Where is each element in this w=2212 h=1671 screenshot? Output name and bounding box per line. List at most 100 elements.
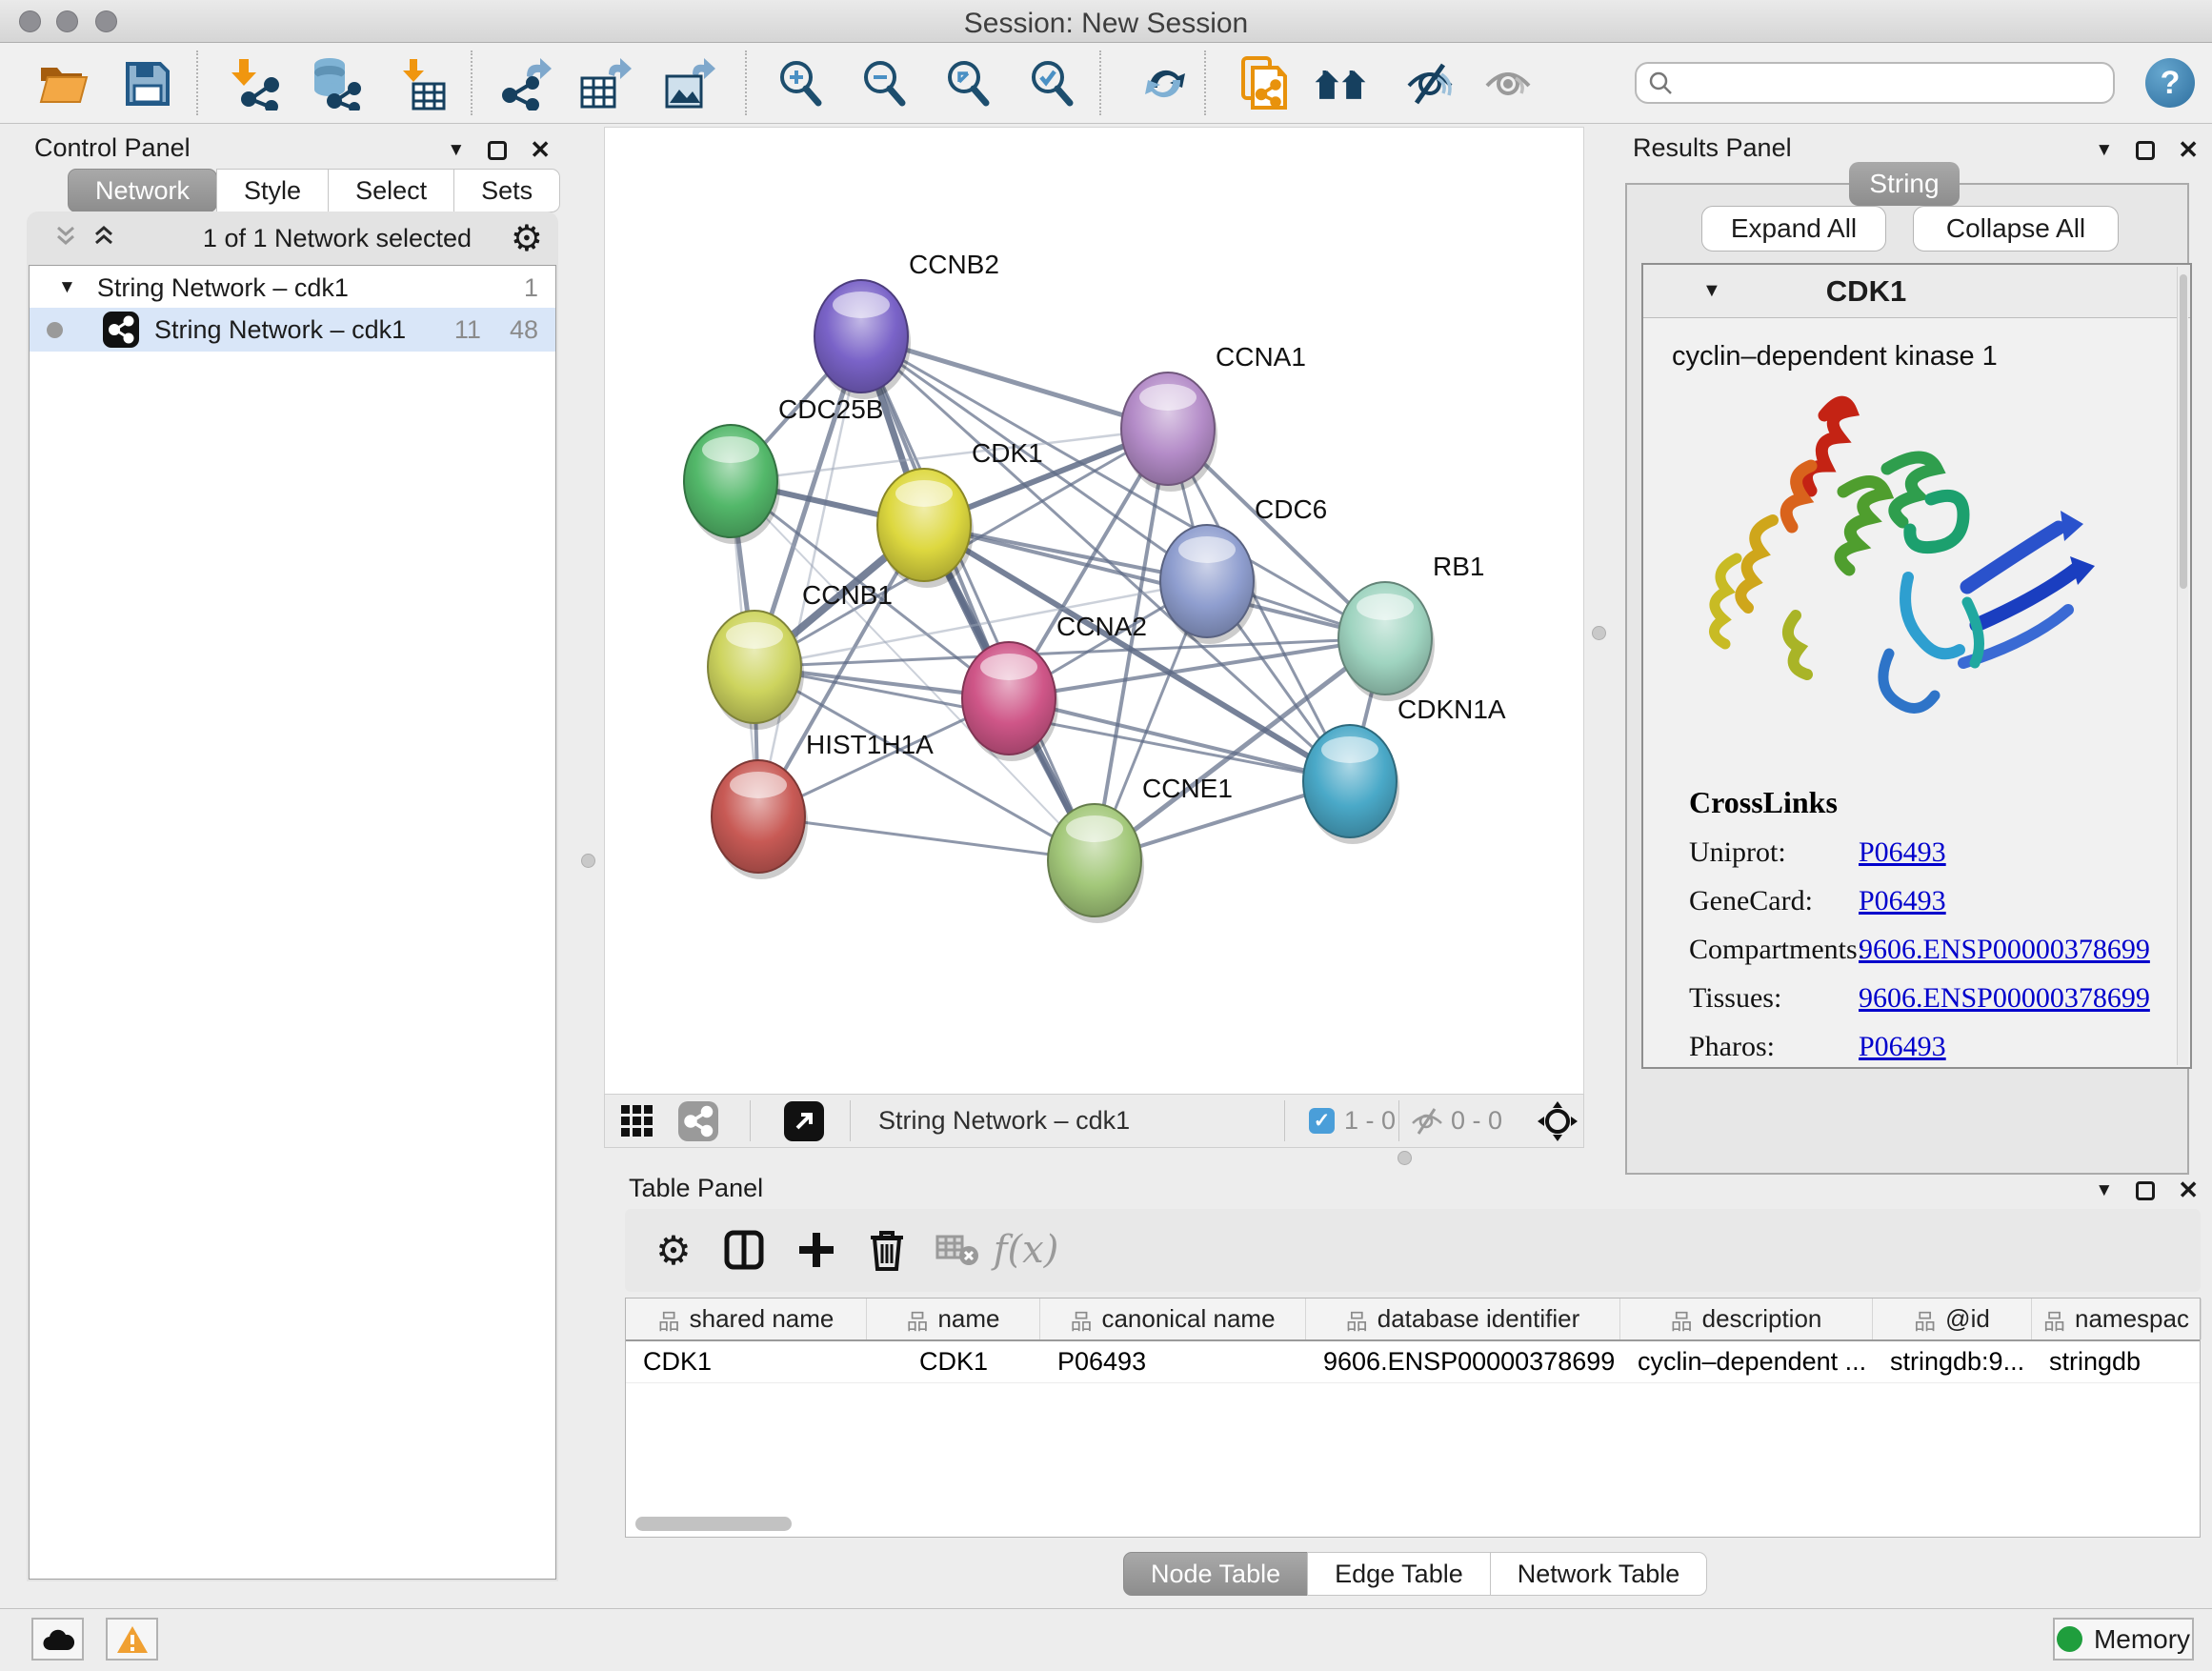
crosslink-link[interactable]: 9606.ENSP00000378699 [1859, 934, 2150, 966]
collapse-all-icon[interactable] [53, 224, 78, 253]
clone-network-icon[interactable] [1237, 56, 1292, 111]
tab-select[interactable]: Select [328, 169, 454, 212]
cell-canonical-name[interactable]: P06493 [1040, 1341, 1306, 1382]
cloud-button[interactable] [31, 1618, 84, 1661]
export-table-icon[interactable] [577, 56, 633, 111]
tab-string[interactable]: String [1849, 162, 1960, 206]
panel-float-icon[interactable] [2136, 141, 2155, 160]
delete-column-icon[interactable] [863, 1226, 911, 1274]
panel-float-icon[interactable] [488, 141, 507, 160]
network-collection-label: String Network – cdk1 [97, 273, 349, 303]
export-image-icon[interactable] [661, 56, 716, 111]
crosslink-link[interactable]: P06493 [1859, 836, 1946, 869]
hide-selection-icon[interactable] [1404, 56, 1459, 111]
panel-collapse-icon[interactable]: ▼ [2095, 1180, 2113, 1201]
tab-network-table[interactable]: Network Table [1490, 1552, 1708, 1596]
show-column-icon[interactable] [720, 1226, 768, 1274]
delete-table-icon[interactable] [934, 1226, 981, 1274]
column-header[interactable]: 品@id [1873, 1299, 2032, 1339]
network-view-canvas[interactable]: CCNB2CCNA1CDC25BCDK1CDC6RB1CCNB1CCNA2CDK… [604, 127, 1584, 1094]
gear-icon[interactable]: ⚙ [511, 217, 543, 260]
tab-network[interactable]: Network [68, 169, 217, 212]
selected-checkbox-icon[interactable]: ✓ [1309, 1095, 1335, 1147]
search-input[interactable] [1673, 69, 2113, 98]
tab-style[interactable]: Style [216, 169, 329, 212]
export-network-icon[interactable] [497, 56, 553, 111]
network-node-HIST1H1A[interactable]: HIST1H1A [712, 730, 934, 873]
apply-layout-icon[interactable] [1137, 56, 1193, 111]
cell-namespace[interactable]: stringdb [2032, 1341, 2202, 1382]
expand-all-icon[interactable] [91, 224, 116, 253]
panel-collapse-icon[interactable]: ▼ [2095, 140, 2113, 161]
panel-float-icon[interactable] [2136, 1181, 2155, 1200]
panel-close-icon[interactable]: ✕ [2178, 1176, 2199, 1205]
birds-eye-view-icon[interactable] [620, 1095, 654, 1147]
warnings-button[interactable] [106, 1618, 158, 1661]
tree-expand-icon[interactable]: ▼ [58, 277, 76, 298]
splitter-handle[interactable] [1592, 626, 1606, 640]
expand-all-button[interactable]: Expand All [1701, 206, 1886, 252]
table-settings-gear-icon[interactable]: ⚙ [650, 1226, 697, 1274]
results-scrollbar[interactable] [2177, 267, 2188, 1065]
network-share-icon[interactable] [678, 1095, 718, 1147]
zoom-out-icon[interactable] [857, 56, 913, 111]
results-scrollbar-thumb[interactable] [2180, 274, 2187, 589]
network-node-CDC6[interactable]: CDC6 [1160, 494, 1327, 637]
crosslink-link[interactable]: P06493 [1859, 1031, 1946, 1063]
tab-sets[interactable]: Sets [453, 169, 560, 212]
panel-close-icon[interactable]: ✕ [530, 135, 551, 165]
cell-id[interactable]: stringdb:9... [1873, 1341, 2032, 1382]
add-column-icon[interactable] [793, 1226, 840, 1274]
hidden-eye-icon[interactable] [1411, 1095, 1443, 1147]
help-button[interactable]: ? [2145, 58, 2195, 108]
tab-node-table[interactable]: Node Table [1123, 1552, 1308, 1596]
panel-collapse-icon[interactable]: ▼ [447, 140, 465, 161]
crosslink-link[interactable]: 9606.ENSP00000378699 [1859, 982, 2150, 1015]
search-field[interactable] [1635, 62, 2115, 104]
network-node-CCNE1[interactable]: CCNE1 [1048, 774, 1233, 916]
network-node-CDKN1A[interactable]: CDKN1A [1303, 695, 1506, 837]
cell-database-identifier[interactable]: 9606.ENSP00000378699 [1306, 1341, 1620, 1382]
network-row-selected[interactable]: String Network – cdk1 11 48 [30, 308, 555, 352]
cell-description[interactable]: cyclin–dependent ... [1620, 1341, 1873, 1382]
memory-button[interactable]: Memory [2053, 1618, 2194, 1661]
tab-edge-table[interactable]: Edge Table [1307, 1552, 1491, 1596]
splitter-handle[interactable] [581, 854, 595, 868]
section-expand-icon[interactable]: ▼ [1702, 280, 1721, 302]
function-builder-icon[interactable]: f(x) [1002, 1226, 1050, 1274]
import-table-icon[interactable] [396, 56, 452, 111]
column-header[interactable]: 品canonical name [1040, 1299, 1306, 1339]
zoom-fit-icon[interactable] [941, 56, 996, 111]
open-session-icon[interactable] [36, 56, 91, 111]
zoom-in-icon[interactable] [774, 56, 829, 111]
column-header[interactable]: 品namespac [2032, 1299, 2202, 1339]
network-node-CCNA1[interactable]: CCNA1 [1121, 342, 1306, 485]
network-node-CCNA2[interactable]: CCNA2 [962, 612, 1147, 755]
show-all-icon[interactable] [1482, 56, 1538, 111]
network-collection-row[interactable]: ▼ String Network – cdk1 1 [30, 270, 555, 306]
open-in-window-icon[interactable] [784, 1095, 824, 1147]
node-table[interactable]: 品shared name 品name 品canonical name 品data… [625, 1298, 2201, 1538]
column-header[interactable]: 品description [1620, 1299, 1873, 1339]
column-header[interactable]: 品shared name [626, 1299, 867, 1339]
network-node-RB1[interactable]: RB1 [1338, 552, 1484, 695]
zoom-selected-icon[interactable] [1025, 56, 1080, 111]
cell-shared-name[interactable]: CDK1 [626, 1341, 867, 1382]
save-session-icon[interactable] [120, 56, 175, 111]
fit-content-crosshair-icon[interactable] [1537, 1095, 1579, 1147]
string-network-graph[interactable]: CCNB2CCNA1CDC25BCDK1CDC6RB1CCNB1CCNA2CDK… [605, 128, 1585, 1095]
table-horizontal-scrollbar[interactable] [635, 1517, 792, 1531]
column-header[interactable]: 品database identifier [1306, 1299, 1620, 1339]
cell-name[interactable]: CDK1 [867, 1341, 1040, 1382]
column-header[interactable]: 品name [867, 1299, 1040, 1339]
collapse-all-button[interactable]: Collapse All [1913, 206, 2119, 252]
first-neighbors-icon[interactable] [1313, 56, 1368, 111]
gene-section-header[interactable]: ▼ CDK1 [1643, 265, 2190, 318]
crosslink-link[interactable]: P06493 [1859, 885, 1946, 917]
panel-close-icon[interactable]: ✕ [2178, 135, 2199, 165]
network-node-CCNB1[interactable]: CCNB1 [708, 580, 893, 723]
import-network-file-icon[interactable] [229, 56, 284, 111]
splitter-handle[interactable] [1398, 1151, 1412, 1165]
table-row[interactable]: CDK1 CDK1 P06493 9606.ENSP00000378699 cy… [626, 1341, 2200, 1383]
import-network-database-icon[interactable] [307, 56, 362, 111]
